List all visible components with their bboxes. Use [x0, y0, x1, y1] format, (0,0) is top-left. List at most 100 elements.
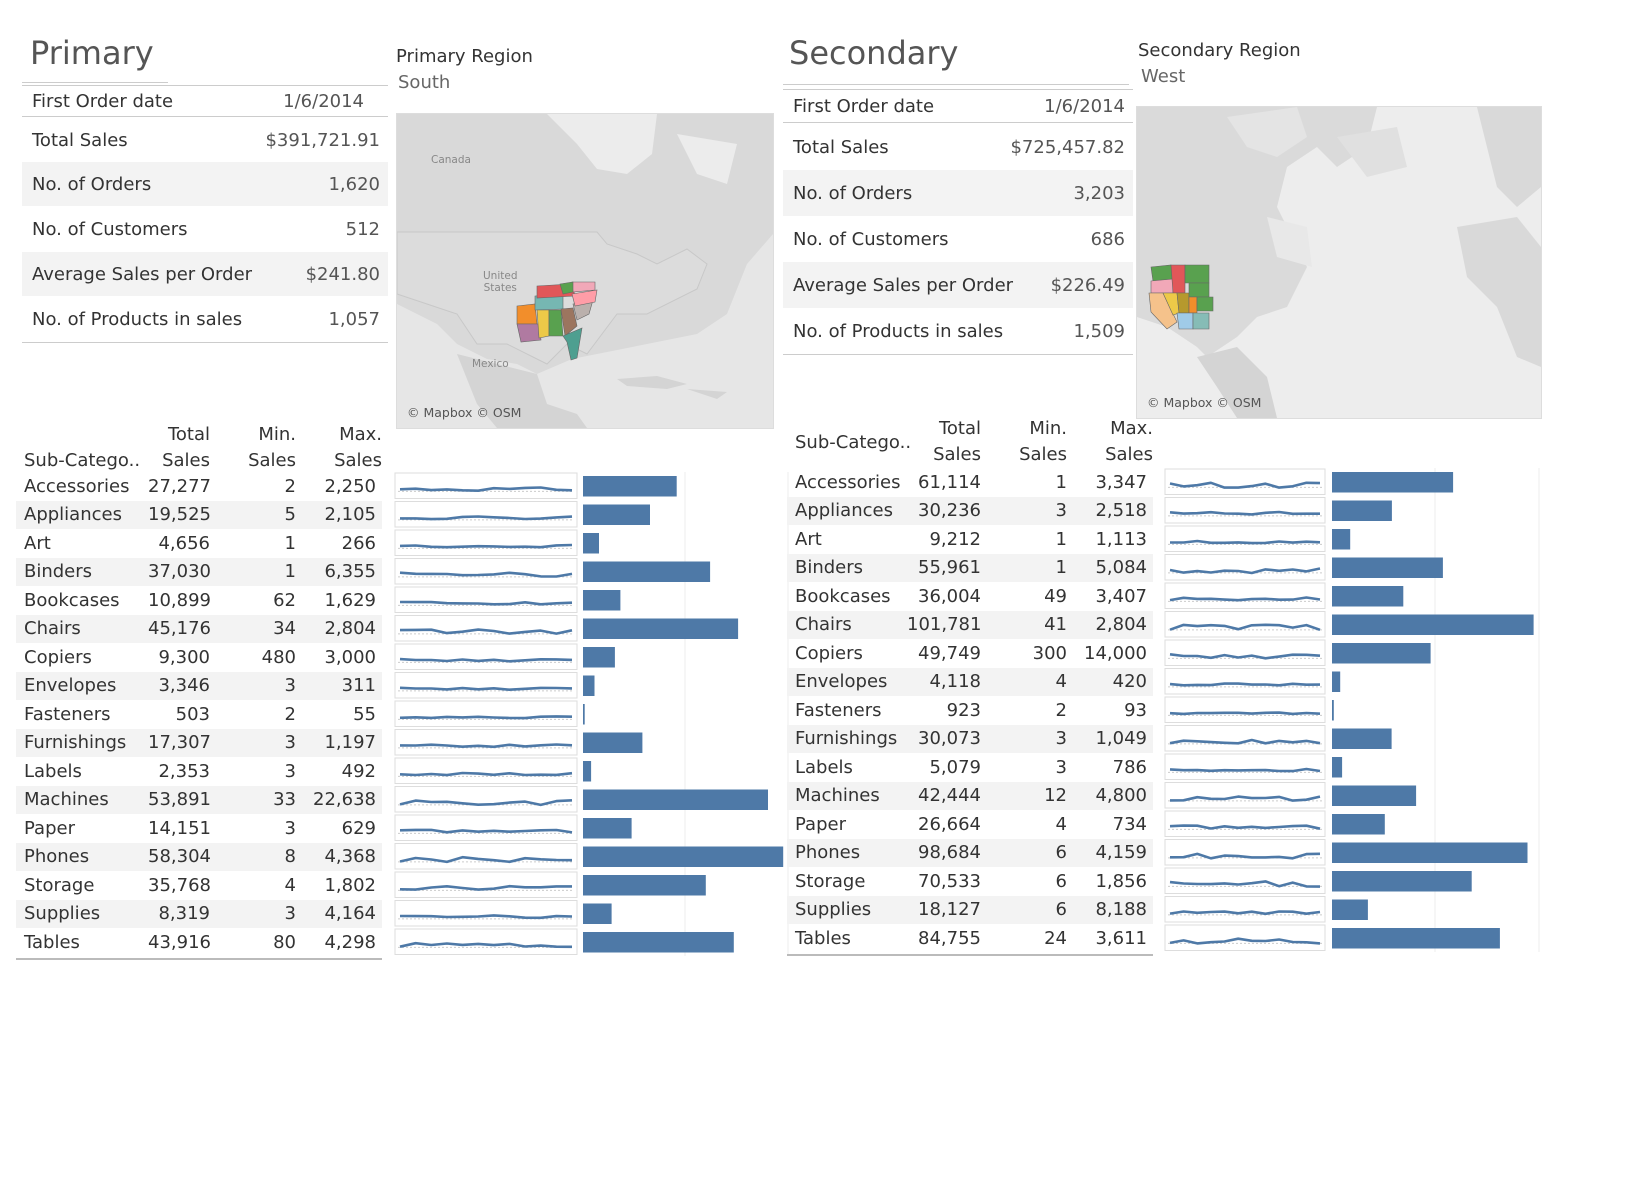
- header-min-2: Sales: [1019, 444, 1067, 465]
- kpi-total-sales: Total Sales $391,721.91: [22, 118, 388, 162]
- table-row[interactable]: Copiers 49,749 300 14,000: [787, 639, 1153, 668]
- kpi-label: No. of Orders: [32, 173, 152, 195]
- table-row[interactable]: Paper 14,151 3 629: [16, 814, 382, 843]
- table-row[interactable]: Fasteners 923 2 93: [787, 696, 1153, 725]
- cell-subcategory: Appliances: [24, 504, 122, 526]
- cell-min-sales: 1: [284, 532, 296, 554]
- cell-min-sales: 8: [284, 846, 296, 868]
- table-row[interactable]: Appliances 19,525 5 2,105: [16, 500, 382, 529]
- table-row[interactable]: Paper 26,664 4 734: [787, 810, 1153, 839]
- cell-subcategory: Supplies: [24, 903, 101, 925]
- cell-min-sales: 49: [1044, 585, 1067, 607]
- sparkline-frame: [1164, 696, 1326, 723]
- bar-accessories: [1332, 472, 1454, 493]
- cell-min-sales: 3: [1055, 756, 1067, 778]
- table-row[interactable]: Copiers 9,300 480 3,000: [16, 643, 382, 672]
- bar-fasteners: [1332, 700, 1334, 721]
- cell-subcategory: Appliances: [795, 500, 893, 522]
- primary-region-map[interactable]: Canada United States Mexico © Mapbox © O…: [396, 113, 774, 429]
- sparkline-frame: [394, 786, 578, 813]
- bar-copiers: [1332, 643, 1431, 664]
- cell-min-sales: 6: [1055, 899, 1067, 921]
- table-row[interactable]: Labels 5,079 3 786: [787, 753, 1153, 782]
- cell-total-sales: 98,684: [918, 842, 981, 864]
- bar-machines: [1332, 785, 1417, 806]
- cell-subcategory: Paper: [795, 813, 846, 835]
- cell-total-sales: 101,781: [907, 614, 982, 636]
- header-min-2: Sales: [248, 450, 296, 471]
- table-row[interactable]: Machines 53,891 33 22,638: [16, 785, 382, 814]
- table-row[interactable]: Binders 55,961 1 5,084: [787, 553, 1153, 582]
- cell-total-sales: 8,319: [158, 903, 210, 925]
- table-row[interactable]: Furnishings 30,073 3 1,049: [787, 724, 1153, 753]
- header-subcategory[interactable]: Sub-Catego..: [24, 448, 140, 474]
- cell-max-sales: 5,084: [1095, 557, 1147, 579]
- table-row[interactable]: Storage 35,768 4 1,802: [16, 871, 382, 900]
- table-row[interactable]: Supplies 8,319 3 4,164: [16, 899, 382, 928]
- sparkline-fasteners: [399, 715, 573, 720]
- cell-subcategory: Supplies: [795, 899, 872, 921]
- table-row[interactable]: Accessories 27,277 2 2,250: [16, 472, 382, 501]
- cell-subcategory: Labels: [795, 756, 853, 778]
- kpi-label: First Order date: [32, 90, 174, 112]
- cell-max-sales: 4,164: [324, 903, 376, 925]
- cell-min-sales: 5: [284, 504, 296, 526]
- table-row[interactable]: Bookcases 36,004 49 3,407: [787, 582, 1153, 611]
- cell-max-sales: 3,407: [1095, 585, 1147, 607]
- sparkline-frame: [394, 700, 578, 727]
- cell-max-sales: 734: [1112, 813, 1147, 835]
- table-row[interactable]: Envelopes 4,118 4 420: [787, 667, 1153, 696]
- header-subcategory[interactable]: Sub-Catego..: [795, 430, 911, 456]
- cell-total-sales: 923: [946, 699, 981, 721]
- table-row[interactable]: Machines 42,444 12 4,800: [787, 781, 1153, 810]
- table-row[interactable]: Storage 70,533 6 1,856: [787, 867, 1153, 896]
- cell-max-sales: 8,188: [1095, 899, 1147, 921]
- cell-subcategory: Machines: [24, 789, 109, 811]
- table-row[interactable]: Tables 84,755 24 3,611: [787, 924, 1153, 953]
- kpi-label: First Order date: [793, 95, 935, 117]
- table-row[interactable]: Phones 98,684 6 4,159: [787, 838, 1153, 867]
- primary-region-value: South: [398, 72, 451, 93]
- secondary-region-map[interactable]: © Mapbox © OSM: [1136, 106, 1542, 419]
- table-row[interactable]: Envelopes 3,346 3 311: [16, 671, 382, 700]
- table-row[interactable]: Art 4,656 1 266: [16, 529, 382, 558]
- cell-min-sales: 4: [284, 874, 296, 896]
- table-row[interactable]: Supplies 18,127 6 8,188: [787, 895, 1153, 924]
- kpi-products: No. of Products in sales 1,057: [22, 297, 388, 341]
- table-row[interactable]: Furnishings 17,307 3 1,197: [16, 728, 382, 757]
- kpi-label: Total Sales: [32, 129, 128, 151]
- table-row[interactable]: Chairs 45,176 34 2,804: [16, 614, 382, 643]
- table-row[interactable]: Fasteners 503 2 55: [16, 700, 382, 729]
- table-row[interactable]: Art 9,212 1 1,113: [787, 525, 1153, 554]
- primary-kpi-panel: First Order date 1/6/2014 Total Sales $3…: [22, 85, 388, 345]
- table-row[interactable]: Appliances 30,236 3 2,518: [787, 496, 1153, 525]
- cell-max-sales: 2,105: [324, 504, 376, 526]
- cell-min-sales: 3: [284, 760, 296, 782]
- table-row[interactable]: Phones 58,304 8 4,368: [16, 842, 382, 871]
- table-row[interactable]: Chairs 101,781 41 2,804: [787, 610, 1153, 639]
- secondary-map-svg: [1137, 107, 1541, 418]
- sparkline-frame: [1164, 639, 1326, 666]
- cell-max-sales: 4,800: [1095, 785, 1147, 807]
- table-row[interactable]: Labels 2,353 3 492: [16, 757, 382, 786]
- kpi-label: No. of Customers: [32, 218, 188, 240]
- kpi-label: No. of Orders: [793, 182, 913, 204]
- sparkline-frame: [394, 586, 578, 613]
- secondary-kpi-panel: First Order date 1/6/2014 Total Sales $7…: [783, 89, 1133, 355]
- sparkline-frame: [394, 501, 578, 528]
- secondary-region-label: Secondary Region: [1138, 40, 1301, 61]
- table-row[interactable]: Bookcases 10,899 62 1,629: [16, 586, 382, 615]
- bar-envelopes: [1332, 671, 1341, 692]
- kpi-label: No. of Products in sales: [793, 320, 1004, 342]
- bar-chairs: [583, 618, 739, 639]
- bar-copiers: [583, 647, 615, 668]
- sparkline-column: [1164, 468, 1326, 951]
- table-row[interactable]: Accessories 61,114 1 3,347: [787, 468, 1153, 497]
- cell-min-sales: 1: [1055, 528, 1067, 550]
- table-row[interactable]: Tables 43,916 80 4,298: [16, 928, 382, 957]
- header-total-1: Total: [167, 424, 210, 445]
- sparkline-supplies: [1169, 910, 1321, 916]
- table-row[interactable]: Binders 37,030 1 6,355: [16, 557, 382, 586]
- cell-max-sales: 1,802: [324, 874, 376, 896]
- cell-subcategory: Furnishings: [795, 728, 898, 750]
